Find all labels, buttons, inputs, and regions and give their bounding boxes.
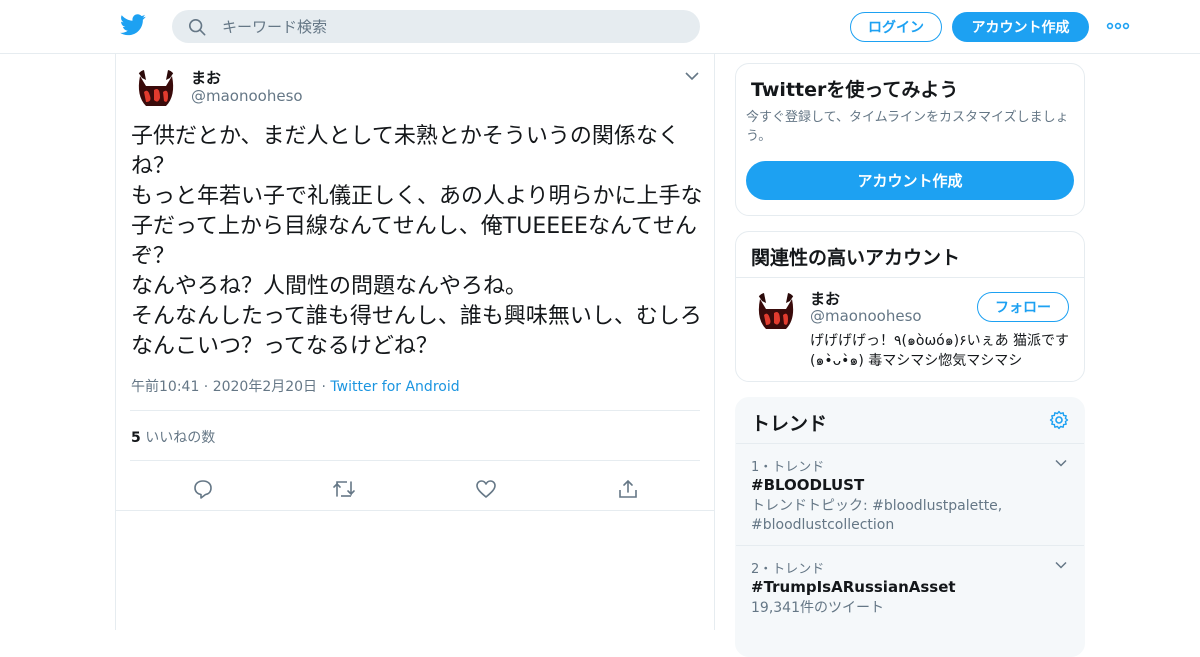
reply-icon (194, 480, 212, 499)
chevron-down-icon[interactable] (1054, 456, 1068, 470)
related-account-bio: げげげげっ！٩(๑òωó๑)۶いぇあ 猫派です(๑•̀ᴗ•̀๑) 毒マシマシ惚気… (810, 333, 1070, 369)
likes-count[interactable]: 5 いいねの数 (131, 427, 215, 447)
divider (116, 510, 714, 511)
twitter-bird-icon[interactable] (120, 14, 146, 36)
avatar[interactable] (132, 66, 180, 114)
author-name[interactable]: まお (191, 67, 221, 88)
related-account-avatar[interactable] (752, 289, 800, 337)
signup-card-description: 今すぐ登録して、タイムラインをカスタマイズしましょう。 (746, 110, 1069, 144)
search-input[interactable] (222, 17, 682, 36)
signup-card: Twitterを使ってみよう 今すぐ登録して、タイムラインをカスタマイズしましょ… (735, 63, 1085, 216)
signup-card-button[interactable]: アカウント作成 (746, 161, 1074, 200)
login-button[interactable]: ログイン (850, 12, 942, 42)
tweet-meta: 午前10:41 · 2020年2月20日 · Twitter for Andro… (131, 376, 460, 396)
meta-separator: · (317, 379, 331, 395)
avatar-image (752, 289, 800, 337)
related-accounts-title: 関連性の高いアカウント (751, 247, 961, 269)
trend-item[interactable]: 1・トレンド #BLOODLUST トレンドトピック: #bloodlustpa… (736, 443, 1084, 545)
divider (130, 410, 700, 411)
tweet-timestamp[interactable]: 午前10:41 · 2020年2月20日 (131, 379, 317, 395)
like-button[interactable] (471, 474, 501, 504)
chevron-down-icon[interactable] (1054, 558, 1068, 572)
signup-card-title: Twitterを使ってみよう (751, 79, 959, 101)
more-options-icon[interactable] (1106, 18, 1130, 34)
trend-rank: 2・トレンド (751, 562, 825, 577)
trends-card: トレンド 1・トレンド #BLOODLUST トレンドトピック: #bloodl… (735, 397, 1085, 657)
divider (736, 277, 1084, 278)
tweet-detail: まお @maonooheso 子供だとか、まだ人として未熟とかそういうの関係なく… (115, 54, 715, 630)
retweet-icon (333, 481, 355, 497)
heart-icon (476, 480, 496, 498)
reply-button[interactable] (188, 474, 218, 504)
top-bar: ログイン アカウント作成 (0, 0, 1200, 54)
search-icon (188, 18, 206, 35)
likes-label: いいねの数 (145, 430, 216, 446)
trend-subtitle: トレンドトピック: #bloodlustpalette, #bloodlustc… (751, 498, 1003, 533)
signup-button[interactable]: アカウント作成 (952, 12, 1089, 42)
related-accounts-card: 関連性の高いアカウント まお @maonooheso フォロー げげげげっ！٩(… (735, 231, 1085, 382)
avatar-image (132, 66, 180, 114)
search-box[interactable] (172, 10, 700, 43)
chevron-down-icon[interactable] (684, 68, 700, 84)
tweet-actions (116, 472, 714, 510)
trend-rank: 1・トレンド (751, 460, 825, 475)
trend-subtitle: 19,341件のツイート (751, 600, 884, 616)
trend-item[interactable]: 2・トレンド #TrumpIsARussianAsset 19,341件のツイー… (736, 545, 1084, 629)
retweet-button[interactable] (329, 474, 359, 504)
trends-title: トレンド (751, 413, 828, 435)
share-icon (619, 479, 637, 498)
author-handle[interactable]: @maonooheso (191, 87, 303, 105)
gear-icon[interactable] (1049, 410, 1069, 430)
related-account-handle[interactable]: @maonooheso (810, 307, 922, 325)
share-button[interactable] (613, 474, 643, 504)
follow-button[interactable]: フォロー (977, 292, 1069, 322)
tweet-text: 子供だとか、まだ人として未熟とかそういうの関係なくね？ もっと年若い子で礼儀正し… (131, 124, 703, 359)
divider (130, 460, 700, 461)
likes-number: 5 (131, 430, 141, 446)
related-account-name[interactable]: まお (810, 288, 840, 309)
trend-name[interactable]: #TrumpIsARussianAsset (751, 578, 956, 596)
trend-name[interactable]: #BLOODLUST (751, 476, 864, 494)
tweet-source-link[interactable]: Twitter for Android (330, 379, 459, 395)
